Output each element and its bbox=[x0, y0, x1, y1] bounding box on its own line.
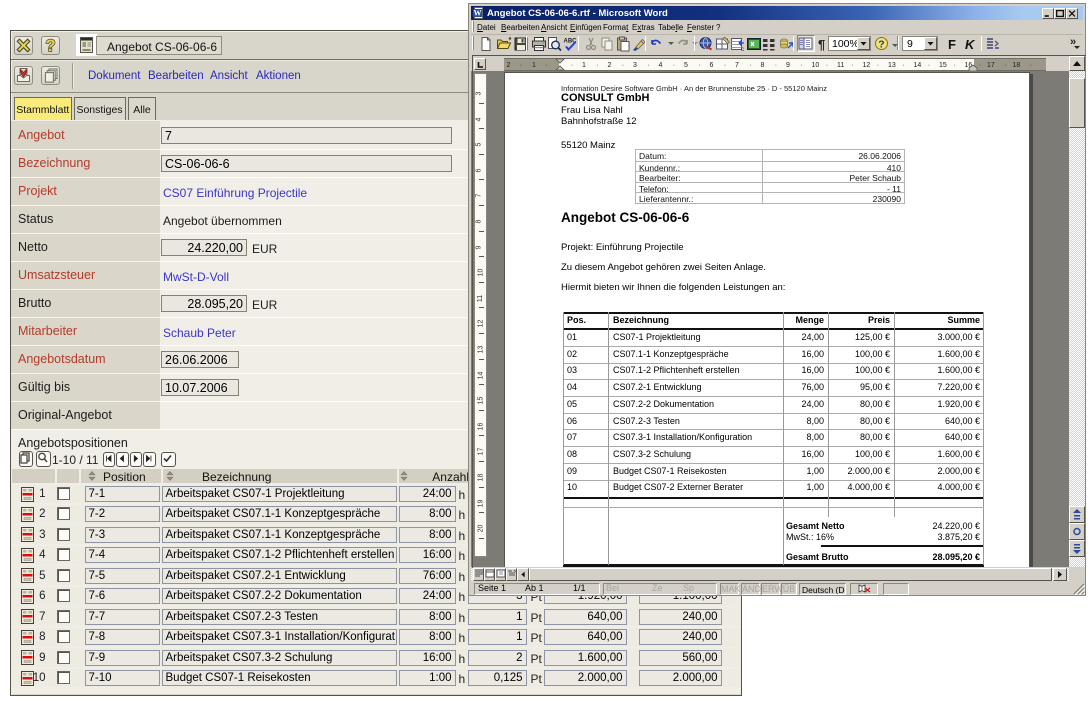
svg-text:?: ? bbox=[45, 37, 55, 54]
svg-text:W: W bbox=[474, 9, 482, 18]
svg-text:c: c bbox=[741, 47, 744, 52]
svg-text:?: ? bbox=[878, 39, 884, 51]
svg-text:¶: ¶ bbox=[818, 37, 825, 52]
